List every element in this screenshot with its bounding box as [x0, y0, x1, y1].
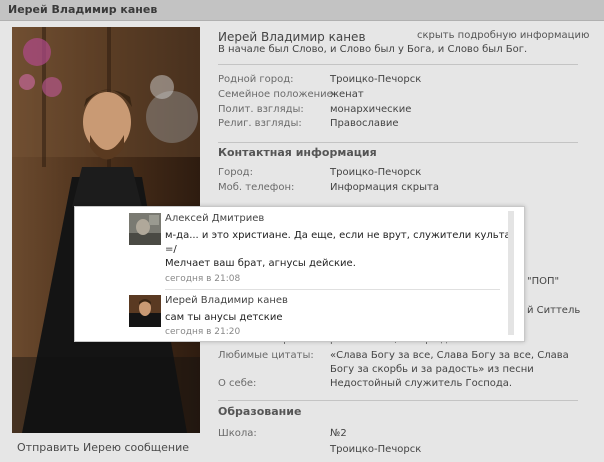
- info-value[interactable]: монархические: [330, 104, 411, 115]
- info-label: Город:: [218, 167, 253, 178]
- info-label: Школа:: [218, 428, 257, 439]
- profile-status: В начале был Слово, и Слово был у Бога, …: [218, 44, 528, 55]
- comment-text-line: =/: [165, 244, 177, 255]
- comments-popup: Алексей Дмитриев м-да... и это христиане…: [74, 206, 525, 342]
- info-value[interactable]: женат: [330, 89, 364, 100]
- info-value[interactable]: Троицко-Печорск: [330, 167, 421, 178]
- contacts-section-title[interactable]: Контактная информация: [218, 146, 377, 159]
- info-label: Религ. взгляды:: [218, 118, 302, 129]
- divider: [218, 400, 578, 401]
- divider: [218, 142, 578, 143]
- page-header: Иерей Владимир канев: [0, 0, 604, 21]
- info-value[interactable]: Троицко-Печорск: [330, 444, 421, 455]
- popup-scrollbar[interactable]: [508, 211, 514, 335]
- send-message-link[interactable]: Отправить Иерею сообщение: [17, 441, 189, 454]
- partial-text-pop: "ПОП": [527, 276, 560, 287]
- info-label: Семейное положение:: [218, 89, 337, 100]
- user-avatar-icon: [129, 295, 161, 327]
- page-title: Иерей Владимир канев: [8, 3, 158, 16]
- info-value: Недостойный служитель Господа.: [330, 378, 513, 389]
- info-value[interactable]: Православие: [330, 118, 399, 129]
- comment-text-line: сам ты анусы детские: [165, 312, 283, 323]
- hide-details-link[interactable]: скрыть подробную информацию: [417, 30, 589, 41]
- info-value[interactable]: Троицко-Печорск: [330, 74, 421, 85]
- profile-page: Иерей Владимир канев Отправить Иерею соо…: [0, 0, 604, 462]
- comment-separator: [165, 289, 500, 290]
- favorite-quotes-value: «Слава Богу за все, Слава Богу за все, С…: [330, 350, 569, 375]
- comment-text-line: м-да... и это христиане. Да еще, если не…: [165, 230, 511, 241]
- comment-time[interactable]: сегодня в 21:08: [165, 274, 240, 284]
- comment-text-line: Мелчает ваш брат, агнусы дейские.: [165, 258, 356, 269]
- partial-text-sittel: й Ситтель: [527, 305, 581, 316]
- user-avatar-icon: [129, 213, 161, 245]
- comment-author[interactable]: Иерей Владимир канев: [165, 295, 288, 306]
- info-label: Полит. взгляды:: [218, 104, 304, 115]
- info-label: Любимые цитаты:: [218, 350, 314, 361]
- comment-author[interactable]: Алексей Дмитриев: [165, 213, 264, 224]
- education-section-title[interactable]: Образование: [218, 405, 301, 418]
- info-label: О себе:: [218, 378, 257, 389]
- avatar[interactable]: [129, 213, 161, 245]
- avatar[interactable]: [129, 295, 161, 327]
- info-label: Родной город:: [218, 74, 294, 85]
- comment-time[interactable]: сегодня в 21:20: [165, 327, 240, 337]
- info-label: Моб. телефон:: [218, 182, 295, 193]
- info-value[interactable]: №2: [330, 428, 347, 439]
- info-value: Информация скрыта: [330, 182, 439, 193]
- profile-name: Иерей Владимир канев: [218, 30, 366, 44]
- divider: [218, 64, 578, 65]
